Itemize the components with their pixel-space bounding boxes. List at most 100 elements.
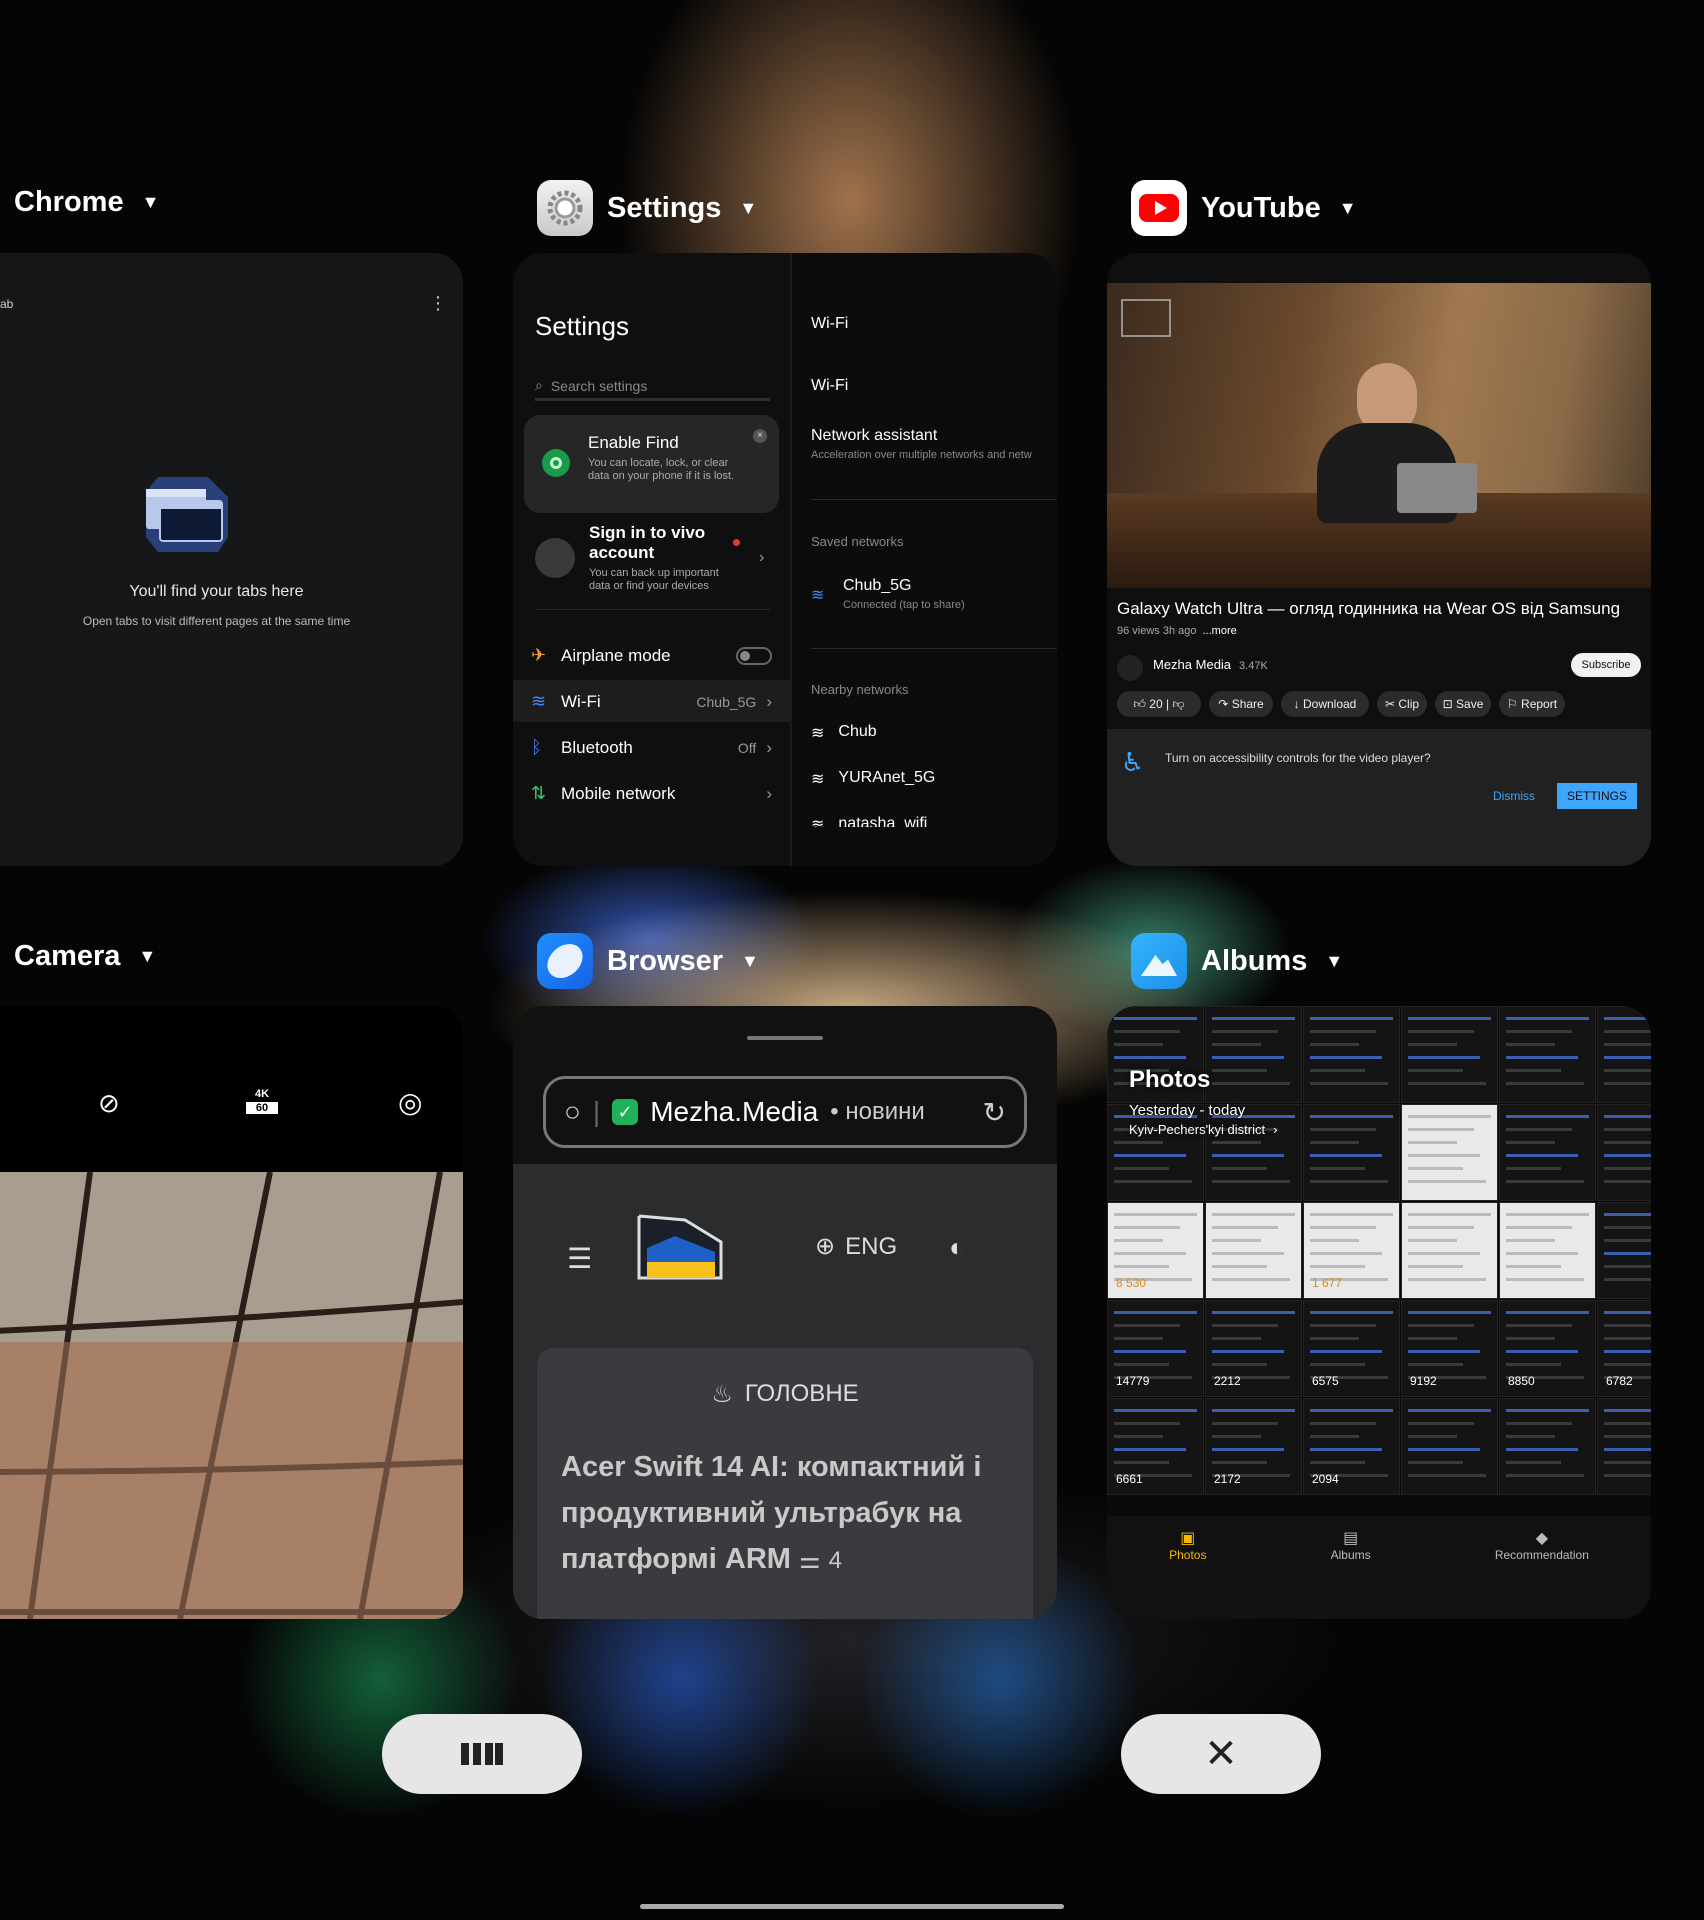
hamburger-menu-icon[interactable]: ☰	[567, 1242, 597, 1275]
channel-avatar[interactable]	[1117, 655, 1143, 681]
download-icon: ↓	[1293, 697, 1300, 711]
stabilization-off-icon[interactable]: ⊘	[98, 1088, 120, 1119]
photo-thumbnail[interactable]: 8850	[1499, 1300, 1596, 1397]
settings-row-mobile-network[interactable]: ⇅ Mobile network ›	[531, 783, 772, 804]
camera-app-label[interactable]: Camera ▼	[14, 940, 156, 973]
article-headline[interactable]: Acer Swift 14 AI: компактний і продуктив…	[561, 1444, 1013, 1584]
photo-thumbnail[interactable]	[1597, 1202, 1651, 1299]
language-switch[interactable]: ⊕ ENG	[815, 1232, 897, 1261]
photo-thumbnail[interactable]: 9192	[1401, 1300, 1498, 1397]
nav-tab-albums[interactable]: ▤ Albums	[1331, 1528, 1371, 1619]
nearby-network-item[interactable]: ≋ YURAnet_5G	[811, 769, 935, 789]
airplane-toggle[interactable]	[736, 646, 772, 665]
share-button[interactable]: ↷ Share	[1209, 691, 1273, 717]
clear-all-button[interactable]: ✕	[1121, 1714, 1321, 1794]
photo-thumbnail[interactable]: 6575	[1303, 1300, 1400, 1397]
home-gesture-bar[interactable]	[640, 1904, 1064, 1909]
nearby-network-item[interactable]: ≋ natasha_wifi	[811, 815, 927, 827]
chrome-card[interactable]: ab ⋮ You'll find your tabs here Open tab…	[0, 253, 463, 866]
photo-thumbnail[interactable]	[1401, 1398, 1498, 1495]
settings-app-label[interactable]: Settings ▼	[537, 180, 757, 236]
settings-row-wifi[interactable]: ≋ Wi-Fi Chub_5G ›	[531, 691, 772, 712]
channel-info[interactable]: Mezha Media 3.47K	[1153, 657, 1268, 672]
share-label: Share	[1231, 697, 1264, 711]
resolution-badge[interactable]: 4K 60	[246, 1088, 278, 1118]
nav-tab-recommendation[interactable]: ◆ Recommendation	[1495, 1528, 1589, 1619]
nav-tab-photos[interactable]: ▣ Photos	[1169, 1528, 1206, 1619]
benchmark-score: 6661	[1116, 1472, 1143, 1486]
dismiss-button[interactable]: Dismiss	[1493, 789, 1535, 803]
settings-row-airplane[interactable]: ✈ Airplane mode	[531, 645, 772, 666]
theme-toggle-icon[interactable]: ◐	[949, 1232, 965, 1263]
drag-handle[interactable]	[747, 1036, 823, 1040]
like-dislike-button[interactable]: 👍︎ 20 | 👎︎	[1117, 691, 1201, 717]
photo-thumbnail[interactable]	[1597, 1398, 1651, 1495]
download-button[interactable]: ↓ Download	[1281, 691, 1369, 717]
close-icon[interactable]: ×	[753, 429, 767, 443]
photo-thumbnail[interactable]	[1499, 1104, 1596, 1201]
photo-thumbnail[interactable]: 8 530	[1107, 1202, 1204, 1299]
browser-card[interactable]: ○ | ✓ Mezha.Media • новини ↻ ☰ ⊕ ENG ◐ ♨ ГОЛ…	[513, 1006, 1057, 1619]
more-options-icon[interactable]: ⋮	[429, 293, 447, 314]
location-link[interactable]: Kyiv-Pechers'kyi district ›	[1129, 1122, 1277, 1137]
youtube-card[interactable]: Galaxy Watch Ultra — огляд годинника на …	[1107, 253, 1651, 866]
split-view-button[interactable]	[382, 1714, 582, 1794]
settings-search-input[interactable]: ⌕ Search settings	[535, 373, 770, 401]
more-link[interactable]: ...more	[1203, 625, 1237, 637]
row-label: Mobile network	[561, 783, 676, 803]
report-label: Report	[1521, 697, 1558, 711]
saved-network-name[interactable]: Chub_5G	[843, 577, 912, 595]
settings-card[interactable]: Settings ⌕ Search settings Enable Find Yo…	[513, 253, 1057, 866]
subscribe-button[interactable]: Subscribe	[1571, 653, 1641, 677]
url-path: • новини	[830, 1098, 925, 1125]
featured-article-card[interactable]: ♨ ГОЛОВНЕ Acer Swift 14 AI: компактний і …	[537, 1348, 1033, 1619]
photo-thumbnail[interactable]: 6782	[1597, 1300, 1651, 1397]
sign-in-title[interactable]: Sign in to vivo account	[589, 523, 724, 563]
albums-card[interactable]: 8 530 1 677 14779 2212 6575 9192 8850 6782 6661 2…	[1107, 1006, 1651, 1619]
channel-watermark-icon	[1121, 299, 1171, 337]
photo-thumbnail[interactable]	[1205, 1006, 1302, 1103]
video-title[interactable]: Galaxy Watch Ultra — огляд годинника на …	[1117, 599, 1641, 619]
photo-thumbnail[interactable]	[1499, 1398, 1596, 1495]
photo-thumbnail[interactable]: 2094	[1303, 1398, 1400, 1495]
camera-card[interactable]: ⊘ 4K 60 ◎	[0, 1006, 463, 1619]
wifi-toggle-label[interactable]: Wi-Fi	[811, 377, 848, 395]
camera-settings-icon[interactable]: ◎	[398, 1086, 422, 1119]
save-label: Save	[1456, 697, 1484, 711]
clip-button[interactable]: ✂ Clip	[1377, 691, 1427, 717]
photo-thumbnail[interactable]	[1303, 1006, 1400, 1103]
settings-row-bluetooth[interactable]: ᛒ Bluetooth Off ›	[531, 737, 772, 758]
albums-app-name: Albums	[1201, 944, 1308, 977]
network-assistant-title[interactable]: Network assistant	[811, 427, 937, 445]
photo-thumbnail[interactable]	[1401, 1104, 1498, 1201]
accessibility-settings-button[interactable]: SETTINGS	[1557, 783, 1637, 809]
photo-thumbnail[interactable]	[1499, 1006, 1596, 1103]
photo-thumbnail[interactable]: 6661	[1107, 1398, 1204, 1495]
mezha-logo-icon[interactable]	[635, 1212, 725, 1282]
photo-thumbnail[interactable]: 2212	[1205, 1300, 1302, 1397]
report-button[interactable]: ⚐ Report	[1499, 691, 1565, 717]
photo-thumbnail[interactable]	[1499, 1202, 1596, 1299]
video-player[interactable]	[1107, 283, 1651, 588]
recent-apps-screen: { "apps":{ "chrome":{"label":"Chrome","t…	[0, 0, 1704, 1920]
reload-icon[interactable]: ↻	[974, 1095, 1006, 1129]
photo-thumbnail[interactable]	[1401, 1202, 1498, 1299]
photo-thumbnail[interactable]: 14779	[1107, 1300, 1204, 1397]
photo-thumbnail[interactable]: 1 677	[1303, 1202, 1400, 1299]
photo-thumbnail[interactable]	[1401, 1006, 1498, 1103]
photo-thumbnail[interactable]	[1303, 1104, 1400, 1201]
enable-find-card[interactable]: Enable Find You can locate, lock, or cle…	[524, 415, 779, 513]
photo-thumbnail[interactable]	[1597, 1006, 1651, 1103]
network-assistant-subtitle: Acceleration over multiple networks and …	[811, 449, 1032, 461]
address-bar[interactable]: ○ | ✓ Mezha.Media • новини ↻	[543, 1076, 1027, 1148]
photo-thumbnail[interactable]: 2172	[1205, 1398, 1302, 1495]
save-button[interactable]: ⊡ Save	[1435, 691, 1491, 717]
youtube-app-label[interactable]: YouTube ▼	[1131, 180, 1357, 236]
nearby-network-item[interactable]: ≋ Chub	[811, 723, 877, 743]
browser-app-label[interactable]: Browser ▼	[537, 933, 759, 989]
chrome-app-label[interactable]: Chrome ▼	[14, 186, 159, 219]
photo-thumbnail[interactable]	[1597, 1104, 1651, 1201]
camera-viewfinder[interactable]	[0, 1172, 463, 1619]
albums-app-label[interactable]: Albums ▼	[1131, 933, 1343, 989]
photo-thumbnail[interactable]	[1205, 1202, 1302, 1299]
